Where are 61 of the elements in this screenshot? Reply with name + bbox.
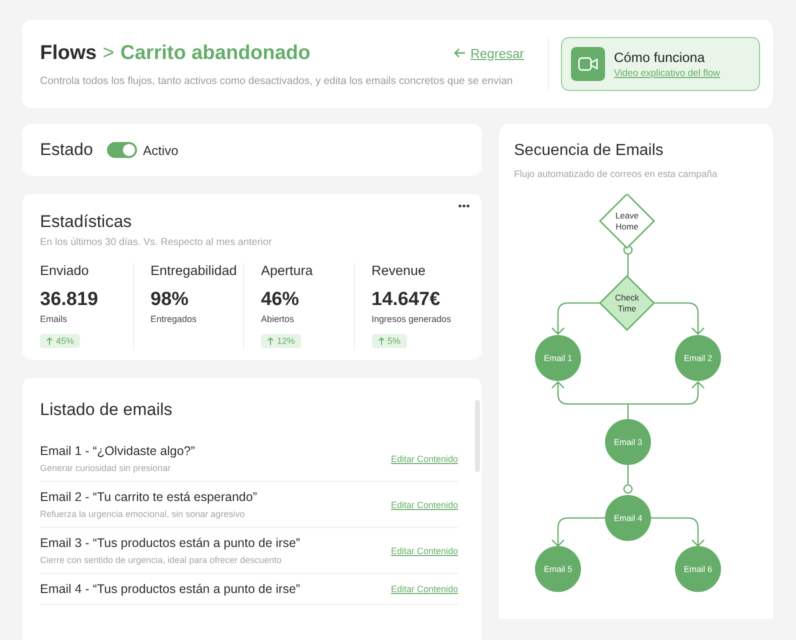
email-title: Email 1 - “¿Olvidaste algo?”: [40, 444, 196, 458]
breadcrumb-separator: >: [102, 42, 114, 64]
stat-value: 36.819: [40, 289, 100, 311]
change-badge: 45%: [40, 334, 80, 348]
circle-node: Email 5: [535, 546, 581, 592]
email-title: Email 2 - “Tu carrito te está esperando”: [40, 490, 258, 504]
connector-line: [623, 465, 633, 494]
more-icon[interactable]: [458, 204, 470, 208]
connector-line: [623, 245, 633, 276]
connector-arrow: [552, 517, 605, 547]
edit-content-link[interactable]: Editar Contenido: [390, 500, 458, 510]
email-title: Email 3 - “Tus productos están a punto de irse”: [40, 536, 302, 550]
scrollbar[interactable]: [475, 400, 480, 472]
circle-node: Email 1: [535, 335, 581, 381]
flow-subtitle: Flujo automatizado de correos en esta campaña: [514, 169, 718, 180]
stat-label: Entregabilidad: [150, 263, 238, 278]
stat-caption: Emails: [40, 314, 68, 324]
email-description: Refuerza la urgencia emocional, sin sonar agresivo: [40, 509, 246, 519]
stat-label: Enviado: [40, 263, 90, 278]
help-card[interactable]: Cómo funciona Video explicativo del flow: [561, 37, 760, 91]
stat-caption: Entregados: [150, 314, 198, 324]
toggle-switch[interactable]: [106, 142, 137, 158]
circle-node: Email 6: [675, 546, 721, 592]
stat-label: Revenue: [372, 263, 427, 278]
stat-caption: Abiertos: [261, 314, 296, 324]
video-link[interactable]: Video explicativo del flow: [614, 68, 720, 78]
stat-label: Apertura: [261, 263, 314, 278]
edit-content-link[interactable]: Editar Contenido: [390, 454, 458, 464]
flow-title: Secuencia de Emails: [514, 142, 664, 160]
stat-caption: Ingresos generados: [372, 314, 452, 324]
stat-value: 98%: [150, 289, 190, 311]
connector-line: [627, 404, 629, 419]
breadcrumb-link[interactable]: Flows: [40, 42, 97, 64]
arrow-left-icon: [454, 48, 466, 58]
stats-title: Estadísticas: [40, 212, 133, 232]
circle-node: Email 2: [675, 335, 721, 381]
edit-content-link[interactable]: Editar Contenido: [390, 584, 458, 594]
email-description: Generar curiosidad sin presionar: [40, 463, 172, 473]
email-title: Email 4 - “Tus productos están a punto de irse”: [40, 582, 302, 596]
stat-value: 14.647€: [372, 289, 442, 311]
stats-subtitle: En los últimos 30 días. Vs. Respecto al mes anterior: [40, 237, 273, 248]
page-title: Carrito abandonado: [120, 42, 310, 64]
circle-node: Email 3: [605, 419, 651, 465]
connector-arrow: [651, 517, 704, 547]
change-badge: 12%: [261, 334, 302, 348]
back-link[interactable]: Regresar: [454, 46, 524, 60]
page-subtitle: Controla todos los flujos, tanto activos como desactivados, y edita los emails concretos que se envian: [40, 74, 514, 86]
change-badge: 5%: [372, 334, 407, 348]
status-label: Estado: [40, 140, 93, 160]
circle-node: Email 4: [605, 495, 651, 541]
edit-content-link[interactable]: Editar Contenido: [390, 546, 458, 556]
diamond-node: Check Time: [598, 274, 656, 332]
connector-arrow: [654, 302, 704, 335]
connector-arrow: [552, 302, 600, 335]
diamond-node: Leave Home: [598, 194, 656, 250]
email-description: Cierre con sentido de urgencia, ideal para ofrecer descuento: [40, 555, 283, 565]
stat-value: 46%: [261, 289, 300, 311]
video-icon: [571, 47, 605, 81]
help-title: Cómo funciona: [614, 50, 706, 64]
list-title: Listado de emails: [40, 400, 174, 420]
status-text: Activo: [142, 142, 178, 158]
